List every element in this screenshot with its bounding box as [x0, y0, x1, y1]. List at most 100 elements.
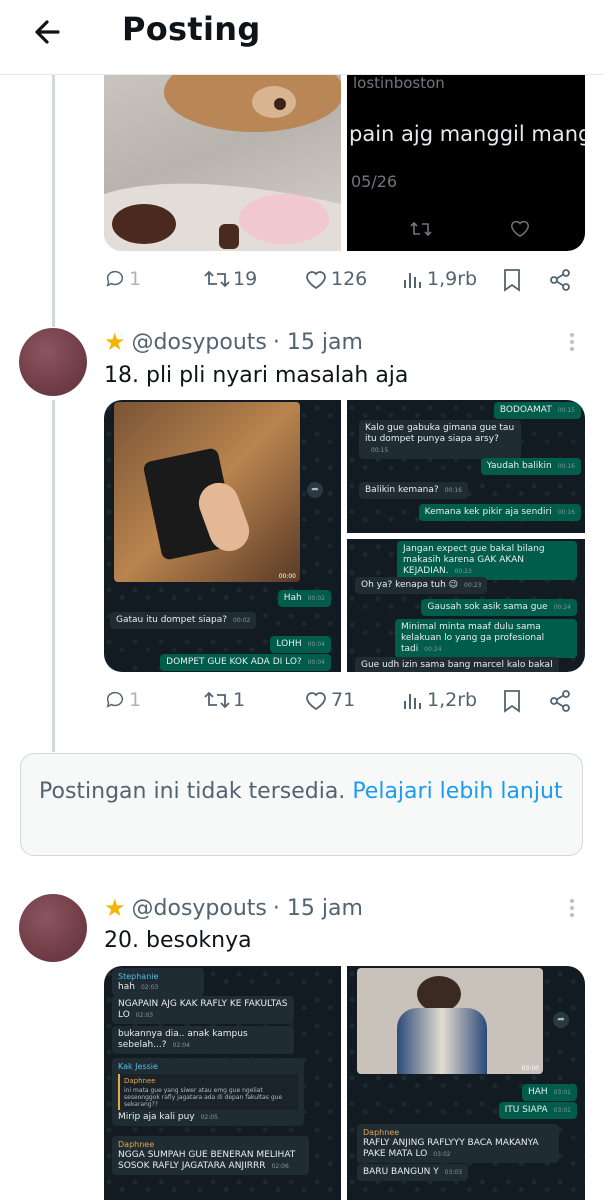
post1-media[interactable]: lostinboston pain ajg manggil mangg 05/2…: [104, 74, 585, 251]
chat-bubble: Kak Jessie Daphnee ini mata gue yang siw…: [112, 1058, 304, 1126]
post-handle[interactable]: @dosypouts: [132, 896, 267, 921]
views-button[interactable]: 1,2rb: [402, 689, 477, 711]
repost-icon: [204, 270, 230, 288]
reply-button[interactable]: 1: [104, 268, 141, 290]
quoted-repost-icon: [409, 220, 433, 242]
thread-line: [52, 74, 55, 327]
reply-icon: [106, 691, 124, 708]
dog-illustration-icon: [104, 74, 341, 251]
chat-bubble: DOMPET GUE KOK ADA DI LO? 00:04: [160, 654, 331, 671]
chat-bubble: Balikin kemana? 00:16: [359, 482, 468, 499]
repost-button[interactable]: 19: [204, 268, 257, 290]
reply-button[interactable]: 1: [104, 689, 141, 711]
views-button[interactable]: 1,9rb: [402, 268, 477, 290]
forward-icon[interactable]: ➦: [307, 482, 323, 498]
bookmark-icon: [504, 690, 520, 713]
like-count: 126: [331, 268, 368, 290]
like-count: 71: [331, 689, 356, 711]
reply-count: 1: [129, 268, 142, 290]
post-time: · 15 jam: [272, 329, 363, 355]
chat-bubble: LOHH 00:04: [270, 636, 331, 653]
chat-bubble: BODOAMAT 00:15: [493, 402, 581, 419]
chat-bubble: NGAPAIN AJG KAK RAFLY KE FAKULTAS LO 02:0…: [112, 996, 294, 1024]
quoted-tweet-image[interactable]: lostinboston pain ajg manggil mangg 05/2…: [347, 74, 585, 251]
chat-bubble: Kalo gue gabuka gimana gue tau itu dompe…: [359, 420, 521, 459]
repost-icon: [204, 691, 230, 709]
back-arrow-icon[interactable]: [28, 12, 68, 52]
chat-bubble: Daphnee NGGA SUMPAH GUE BENERAN MELIHAT …: [112, 1136, 309, 1175]
repost-count: 19: [233, 268, 258, 290]
like-button[interactable]: 126: [304, 268, 367, 290]
share-icon: [550, 269, 570, 291]
share-button[interactable]: [548, 689, 572, 713]
post3-media[interactable]: Stephanie hah 02:03 NGAPAIN AJG KAK RAFLY…: [104, 966, 585, 1200]
share-button[interactable]: [548, 268, 572, 292]
chat-bubble: Jangan expect gue bakal bilang makasih k…: [397, 541, 577, 580]
chat-bubble: Kemana kek pikir aja sendiri 00:16: [418, 504, 581, 521]
quoted-text: pain ajg manggil mangg: [349, 122, 585, 146]
post2-meta: ★ @dosypouts · 15 jam: [104, 328, 363, 356]
chat-screenshot-right-bottom[interactable]: Jangan expect gue bakal bilang makasih k…: [347, 539, 585, 672]
forward-icon[interactable]: ➦: [553, 1012, 569, 1028]
chat-bubble: Minimal minta maaf dulu sama kelakuan lo…: [395, 619, 577, 658]
bookmark-button[interactable]: [502, 689, 522, 713]
chat-bubble: Yaudah balikin 00:16: [480, 458, 581, 475]
post-handle[interactable]: @dosypouts: [132, 330, 267, 355]
person-photo[interactable]: 03:00: [357, 968, 543, 1074]
chat-bubble: bukannya dia.. anak kampus sebelah...? 02…: [112, 1026, 294, 1054]
learn-more-link[interactable]: Pelajari lebih lanjut: [352, 779, 562, 804]
thread-line: [52, 400, 55, 752]
chat-bubble: Stephanie hah 02:03: [112, 968, 204, 996]
views-icon: [404, 694, 421, 709]
post-time: · 15 jam: [272, 895, 363, 921]
star-icon: ★: [104, 894, 126, 922]
reply-icon: [106, 270, 124, 287]
post2-media[interactable]: 00:00 ➦ Hah 00:02 Gatau itu dompet siapa?…: [104, 400, 585, 672]
reply-count: 1: [129, 689, 142, 711]
views-count: 1,2rb: [427, 689, 478, 711]
more-options-icon[interactable]: [568, 896, 576, 920]
unavailable-post-notice: Postingan ini tidak tersedia. Pelajari l…: [20, 753, 583, 856]
page-title: Posting: [122, 10, 261, 48]
chat-bubble: HAH 03:01: [522, 1084, 577, 1101]
chat-bubble: Oh ya? kenapa tuh 😉 00:23: [355, 577, 488, 594]
like-button[interactable]: 71: [304, 689, 355, 711]
more-options-icon[interactable]: [568, 330, 576, 354]
image-time: 03:00: [521, 1065, 539, 1072]
post3-meta: ★ @dosypouts · 15 jam: [104, 894, 363, 922]
chat-screenshot-left[interactable]: 00:00 ➦ Hah 00:02 Gatau itu dompet siapa?…: [104, 400, 341, 672]
heart-icon: [306, 271, 326, 290]
chat-bubble: BARU BANGUN Y 03:03: [357, 1164, 469, 1181]
chat-bubble: Hah 00:02: [277, 590, 331, 607]
chat-bubble: Gatau itu dompet siapa? 00:02: [110, 612, 257, 629]
post2-actions: 1 1 71 1,2rb: [104, 689, 574, 719]
repost-button[interactable]: 1: [204, 689, 245, 711]
wallet-photo[interactable]: 00:00: [114, 402, 300, 582]
star-icon: ★: [104, 328, 126, 356]
quoted-heart-icon: [509, 218, 531, 242]
chat-bubble: Daphnee RAFLY ANJING RAFLYYY BACA MAKANY…: [357, 1124, 559, 1163]
post-text: 18. pli pli nyari masalah aja: [104, 363, 409, 388]
unavailable-text: Postingan ini tidak tersedia.: [39, 779, 346, 804]
dog-photo[interactable]: [104, 74, 341, 251]
bookmark-icon: [504, 269, 520, 292]
chat-screenshot-left[interactable]: Stephanie hah 02:03 NGAPAIN AJG KAK RAFLY…: [104, 966, 341, 1200]
avatar[interactable]: [19, 328, 87, 396]
image-time: 00:00: [278, 573, 296, 580]
views-count: 1,9rb: [427, 268, 478, 290]
quoted-handle: lostinboston: [353, 74, 445, 92]
chat-bubble: Gausah sok asik sama gue 00:24: [421, 599, 577, 616]
post1-actions: 1 19 126 1,9rb: [104, 268, 574, 298]
post-text: 20. besoknya: [104, 928, 252, 953]
chat-screenshot-right[interactable]: 03:00 ➦ HAH 03:01 ITU SIAPA 03:01 Daphnee …: [347, 966, 585, 1200]
bookmark-button[interactable]: [502, 268, 522, 292]
chat-bubble: ITU SIAPA 03:01: [498, 1102, 577, 1119]
views-icon: [404, 273, 421, 288]
share-icon: [550, 690, 570, 712]
top-bar: Posting: [0, 0, 603, 75]
quoted-date: 05/26: [351, 172, 398, 191]
chat-screenshot-right-top[interactable]: BODOAMAT 00:15 Kalo gue gabuka gimana gue…: [347, 400, 585, 533]
chat-bubble: Gue udh izin sama bang marcel kalo bakal: [355, 657, 559, 672]
heart-icon: [306, 692, 326, 711]
avatar[interactable]: [19, 894, 87, 962]
